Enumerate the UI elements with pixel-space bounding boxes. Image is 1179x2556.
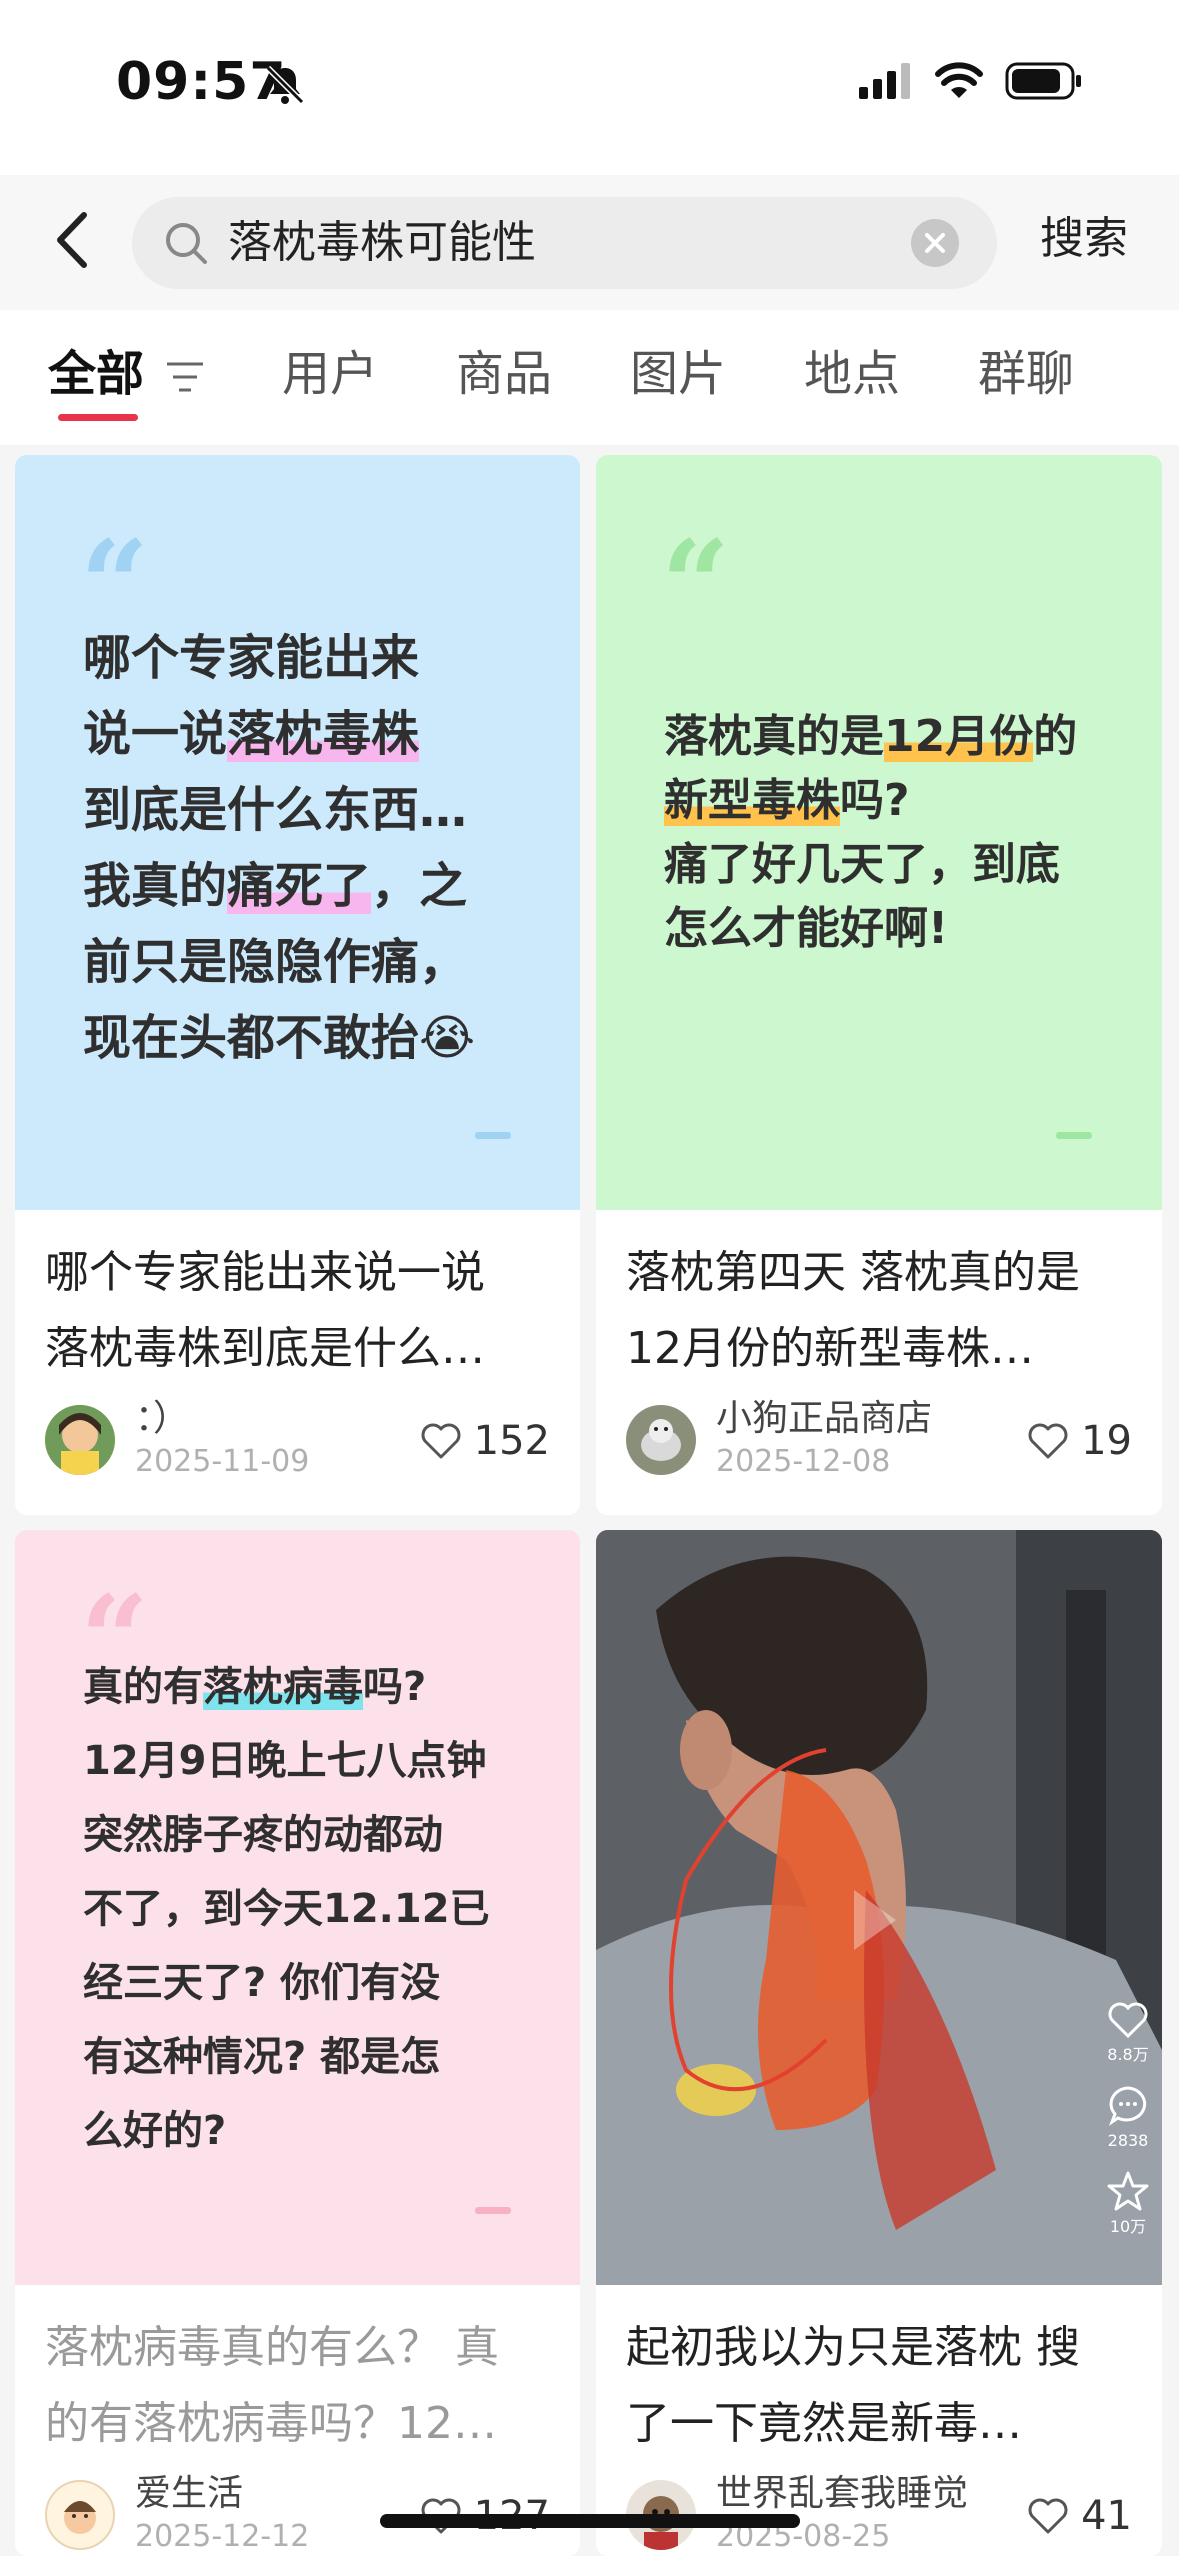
avatar-image	[64, 2501, 96, 2534]
filter-icon[interactable]	[165, 360, 205, 394]
tab-products[interactable]: 商品	[456, 346, 552, 402]
tab-places[interactable]: 地点	[804, 346, 900, 402]
post-cover: “ 真的有落枕病毒吗? 12月9日晚上七八点钟 突然脖子疼的动都动 不了，到今天…	[15, 1530, 580, 2285]
cover-dash	[475, 1132, 511, 1139]
tab-users[interactable]: 用户	[282, 346, 378, 402]
search-icon	[166, 223, 207, 264]
active-tab-indicator	[58, 414, 138, 421]
avatar-image	[626, 1405, 696, 1475]
status-time: 09:57	[116, 52, 287, 112]
author-name[interactable]: 小狗正品商店	[716, 1399, 932, 1439]
clear-search-button[interactable]	[911, 219, 959, 267]
post-card[interactable]: “ 落枕真的是12月份的 新型毒株吗? 痛了好几天了，到底 怎么才能好啊! 落枕…	[596, 455, 1162, 1515]
post-card[interactable]: “ 哪个专家能出来 说一说落枕毒株 到底是什么东西… 我真的痛死了，之 前只是隐…	[15, 455, 580, 1515]
heart-icon[interactable]	[1106, 2000, 1150, 2040]
post-card[interactable]: 8.8万 2838 10万 起初我以为只是落枕 搜 了一下竟然是新毒… 世界乱套…	[596, 1530, 1162, 2556]
post-title: 起初我以为只是落枕 搜 了一下竟然是新毒…	[626, 2322, 1080, 2449]
cover-text: 真的有落枕病毒吗? 12月9日晚上七八点钟 突然脖子疼的动都动 不了，到今天12…	[83, 1664, 490, 2154]
post-date: 2025-12-08	[716, 1444, 891, 1479]
post-title: 落枕病毒真的有么？ 真 的有落枕病毒吗？12…	[45, 2322, 499, 2449]
video-cover: 8.8万 2838 10万	[596, 1530, 1162, 2285]
quote-mark-icon: “	[661, 514, 731, 655]
like-count: 19	[1081, 1418, 1132, 1464]
like-button[interactable]: 41	[1027, 2493, 1132, 2539]
video-favorite-count: 10万	[1109, 2217, 1147, 2236]
cover-text: 哪个专家能出来 说一说落枕毒株 到底是什么东西… 我真的痛死了，之 前只是隐隐作…	[83, 630, 476, 1066]
like-count: 41	[1081, 2493, 1132, 2539]
battery-icon	[1005, 62, 1081, 100]
cover-text: 落枕真的是12月份的 新型毒株吗? 痛了好几天了，到底 怎么才能好啊!	[664, 711, 1078, 954]
avatar-image	[45, 1405, 115, 1475]
video-comment-count: 2838	[1107, 2131, 1149, 2150]
author-name[interactable]: ：）	[135, 1399, 189, 1439]
search-type-tabs: 全部 用户 商品 图片 地点 群聊	[0, 310, 1179, 445]
tab-all[interactable]: 全部	[48, 346, 144, 402]
search-query: 落枕毒株可能性	[228, 217, 536, 268]
post-title: 落枕第四天 落枕真的是 12月份的新型毒株…	[626, 1247, 1080, 1374]
search-input[interactable]: 落枕毒株可能性	[132, 197, 997, 289]
close-icon	[925, 233, 945, 253]
post-date: 2025-12-12	[135, 2519, 310, 2554]
avatar[interactable]	[45, 2480, 115, 2550]
author-name[interactable]: 爱生活	[135, 2474, 243, 2514]
heart-icon	[421, 1423, 461, 1459]
comment-icon[interactable]	[1106, 2084, 1150, 2126]
star-icon[interactable]	[1106, 2170, 1150, 2212]
post-card[interactable]: “ 真的有落枕病毒吗? 12月9日晚上七八点钟 突然脖子疼的动都动 不了，到今天…	[15, 1530, 580, 2556]
status-indicators	[859, 62, 1083, 100]
home-indicator[interactable]	[380, 2514, 800, 2528]
like-button[interactable]: 19	[1027, 1418, 1132, 1464]
search-button[interactable]: 搜索	[1040, 213, 1128, 265]
post-cover: “ 哪个专家能出来 说一说落枕毒株 到底是什么东西… 我真的痛死了，之 前只是隐…	[15, 455, 580, 1210]
back-icon[interactable]	[44, 205, 104, 275]
search-header: 落枕毒株可能性 搜索	[0, 175, 1179, 310]
post-title: 哪个专家能出来说一说 落枕毒株到底是什么…	[45, 1247, 485, 1374]
avatar[interactable]	[626, 1405, 696, 1475]
status-bar: 09:57	[0, 0, 1179, 175]
cover-dash	[1056, 1132, 1092, 1139]
video-like-count: 8.8万	[1107, 2045, 1149, 2064]
silent-mode-icon	[265, 65, 305, 105]
heart-icon	[1028, 2498, 1068, 2534]
like-count: 152	[473, 1418, 550, 1464]
post-date: 2025-11-09	[135, 1444, 310, 1479]
video-thumbnail	[596, 1530, 1162, 2285]
video-actions: 8.8万 2838 10万	[1100, 2000, 1156, 2238]
cover-dash	[475, 2207, 511, 2214]
cellular-signal-icon	[859, 63, 910, 99]
author-name[interactable]: 世界乱套我睡觉	[716, 2474, 968, 2514]
tab-images[interactable]: 图片	[630, 346, 726, 402]
wifi-icon	[935, 62, 983, 98]
like-button[interactable]: 152	[420, 1418, 550, 1464]
post-cover: “ 落枕真的是12月份的 新型毒株吗? 痛了好几天了，到底 怎么才能好啊!	[596, 455, 1162, 1210]
tab-group-chats[interactable]: 群聊	[978, 346, 1074, 402]
heart-icon	[1028, 1423, 1068, 1459]
avatar[interactable]	[45, 1405, 115, 1475]
